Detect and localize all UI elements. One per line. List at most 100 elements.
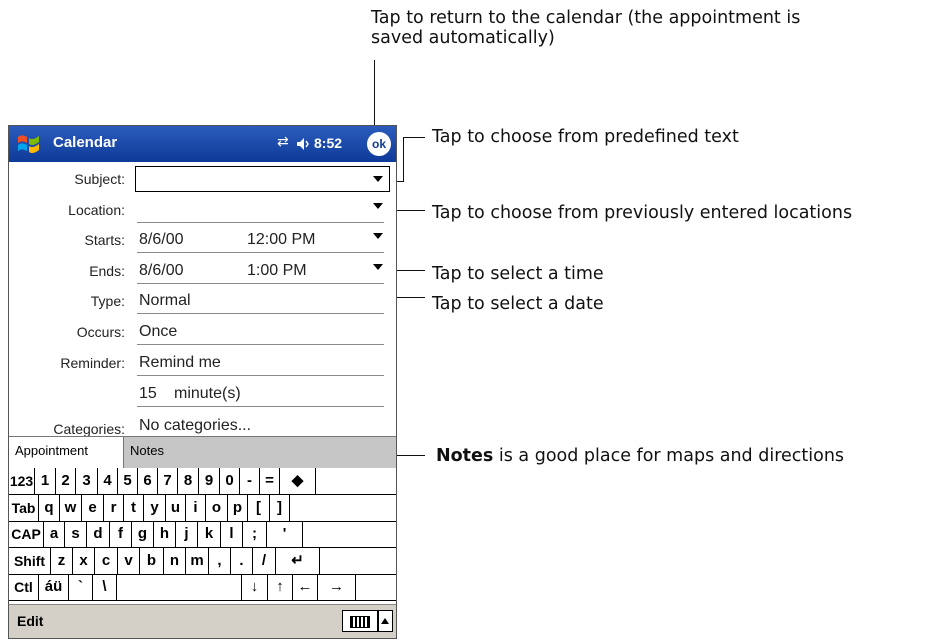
key-/[interactable]: / xyxy=(253,547,276,574)
key-Ctl[interactable]: Ctl xyxy=(9,574,39,600)
ends-underline xyxy=(137,283,384,284)
key-b[interactable]: b xyxy=(140,547,164,574)
key-CAP[interactable]: CAP xyxy=(9,521,44,547)
space-key[interactable] xyxy=(117,574,242,600)
key-a[interactable]: a xyxy=(44,521,65,547)
key-[[interactable]: [ xyxy=(248,494,270,521)
input-method-arrow-icon[interactable] xyxy=(378,610,393,632)
key-x[interactable]: x xyxy=(73,547,95,574)
key-áü[interactable]: áü xyxy=(39,574,69,600)
key-2[interactable]: 2 xyxy=(56,468,76,494)
starts-time[interactable]: 12:00 PM xyxy=(247,231,315,249)
pocketpc-screen: Calendar ⇄ 8:52 ok Subject: Location: St… xyxy=(8,125,397,639)
ends-row: Ends: 8/6/00 1:00 PM xyxy=(9,256,396,287)
key-.[interactable]: . xyxy=(231,547,253,574)
key-l[interactable]: l xyxy=(221,521,243,547)
key-r[interactable]: r xyxy=(104,494,124,521)
starts-label: Starts: xyxy=(84,232,125,248)
subject-label: Subject: xyxy=(74,171,125,187)
annotation-notes-bold: Notes xyxy=(436,446,494,466)
key-j[interactable]: j xyxy=(176,521,198,547)
occurs-value[interactable]: Once xyxy=(139,323,177,341)
type-value[interactable]: Normal xyxy=(139,292,191,310)
key-u[interactable]: u xyxy=(166,494,186,521)
backspace-key[interactable]: ◆ xyxy=(280,468,316,494)
occurs-label: Occurs: xyxy=(76,324,125,340)
key-4[interactable]: 4 xyxy=(98,468,118,494)
right-arrow-key[interactable]: → xyxy=(318,574,356,600)
ends-date[interactable]: 8/6/00 xyxy=(139,262,183,280)
key-1[interactable]: 1 xyxy=(35,468,56,494)
key-c[interactable]: c xyxy=(95,547,118,574)
key-Shift[interactable]: Shift xyxy=(9,547,51,574)
key-f[interactable]: f xyxy=(110,521,132,547)
key-s[interactable]: s xyxy=(65,521,87,547)
type-row: Type: Normal xyxy=(9,286,396,317)
annotation-predefined: Tap to choose from predefined text xyxy=(432,127,739,147)
down-arrow-key[interactable]: ↓ xyxy=(242,574,268,600)
key-,[interactable]: , xyxy=(209,547,231,574)
key-7[interactable]: 7 xyxy=(158,468,178,494)
key-\[interactable]: \ xyxy=(93,574,117,600)
key-p[interactable]: p xyxy=(228,494,248,521)
ends-time-dropdown-icon[interactable] xyxy=(373,264,383,270)
key-9[interactable]: 9 xyxy=(199,468,220,494)
key-g[interactable]: g xyxy=(132,521,154,547)
subject-input[interactable] xyxy=(135,166,390,192)
clock[interactable]: 8:52 xyxy=(314,135,342,151)
callout-predefined-top xyxy=(403,137,425,138)
key-v[interactable]: v xyxy=(118,547,140,574)
key-e[interactable]: e xyxy=(82,494,104,521)
annotation-ok-line2: saved automatically) xyxy=(371,28,555,48)
key-z[interactable]: z xyxy=(51,547,73,574)
up-arrow-key[interactable]: ↑ xyxy=(268,574,293,600)
key-Tab[interactable]: Tab xyxy=(9,494,39,521)
reminder-amount[interactable]: 15 xyxy=(139,385,157,403)
categories-value[interactable]: No categories... xyxy=(139,417,251,435)
left-arrow-key[interactable]: ← xyxy=(293,574,318,600)
key-5[interactable]: 5 xyxy=(118,468,138,494)
location-dropdown-icon[interactable] xyxy=(373,203,383,209)
edit-menu[interactable]: Edit xyxy=(17,613,43,629)
key-'[interactable]: ' xyxy=(267,521,303,547)
keyboard-row: Shift z x c v b n m,. / ↵ xyxy=(9,547,396,575)
key-8[interactable]: 8 xyxy=(178,468,199,494)
key--[interactable]: - xyxy=(240,468,260,494)
start-menu-icon[interactable] xyxy=(14,131,44,157)
key-k[interactable]: k xyxy=(198,521,221,547)
reminder-underline xyxy=(137,375,384,376)
key-`[interactable]: ` xyxy=(69,574,93,600)
key-3[interactable]: 3 xyxy=(76,468,98,494)
input-panel-button[interactable] xyxy=(342,610,378,632)
key-=[interactable]: = xyxy=(260,468,280,494)
key-;[interactable]: ; xyxy=(243,521,267,547)
key-d[interactable]: d xyxy=(87,521,110,547)
starts-time-dropdown-icon[interactable] xyxy=(373,233,383,239)
reminder-amount-underline xyxy=(137,406,384,407)
connectivity-icon[interactable]: ⇄ xyxy=(277,134,289,150)
enter-key[interactable]: ↵ xyxy=(276,547,320,574)
reminder-value[interactable]: Remind me xyxy=(139,354,221,372)
key-6[interactable]: 6 xyxy=(138,468,158,494)
key-i[interactable]: i xyxy=(186,494,206,521)
ends-time[interactable]: 1:00 PM xyxy=(247,262,307,280)
reminder-unit[interactable]: minute(s) xyxy=(174,385,241,403)
speaker-icon[interactable] xyxy=(296,136,312,152)
key-w[interactable]: w xyxy=(60,494,82,521)
tab-appointment[interactable]: Appointment xyxy=(9,437,124,468)
key-o[interactable]: o xyxy=(206,494,228,521)
key-n[interactable]: n xyxy=(164,547,186,574)
subject-dropdown-icon[interactable] xyxy=(373,176,383,182)
ok-button[interactable]: ok xyxy=(367,132,391,156)
key-q[interactable]: q xyxy=(39,494,60,521)
key-0[interactable]: 0 xyxy=(220,468,240,494)
key-t[interactable]: t xyxy=(124,494,144,521)
key-123[interactable]: 123 xyxy=(9,468,35,494)
key-h[interactable]: h xyxy=(154,521,176,547)
key-][interactable]: ] xyxy=(270,494,290,521)
location-underline xyxy=(137,222,384,223)
tab-notes[interactable]: Notes xyxy=(124,437,194,468)
key-m[interactable]: m xyxy=(186,547,209,574)
key-y[interactable]: y xyxy=(144,494,166,521)
starts-date[interactable]: 8/6/00 xyxy=(139,231,183,249)
